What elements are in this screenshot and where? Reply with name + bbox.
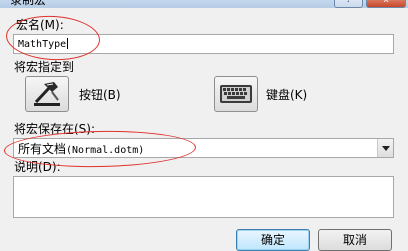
assign-macro-label: 将宏指定到 xyxy=(14,60,75,74)
assign-keyboard-label: 键盘(K) xyxy=(266,88,308,102)
title-bar: 录制宏 ? x xyxy=(0,0,408,8)
description-label: 说明(D): xyxy=(14,160,61,174)
text-caret xyxy=(67,38,69,49)
close-button[interactable]: x xyxy=(366,0,406,8)
assign-to-button-option[interactable] xyxy=(25,76,69,112)
store-macro-select[interactable]: 所有文档(Normal.dotm) xyxy=(13,138,394,158)
assign-button-label: 按钮(B) xyxy=(79,88,121,102)
store-macro-label: 将宏保存在(S): xyxy=(14,122,96,136)
help-button[interactable]: ? xyxy=(334,0,363,8)
chevron-down-icon[interactable] xyxy=(377,139,393,157)
macro-name-value: MathType xyxy=(18,39,67,50)
window-title: 录制宏 xyxy=(10,0,47,7)
hammer-icon xyxy=(34,82,60,106)
assign-to-keyboard-option[interactable] xyxy=(214,76,258,112)
keyboard-icon xyxy=(220,85,252,103)
macro-name-input[interactable]: MathType xyxy=(13,34,394,54)
store-macro-selected-prefix: 所有文档 xyxy=(18,142,67,156)
record-macro-dialog: 录制宏 ? x 宏名(M): MathType 将宏指定到 按钮(B) 键盘(K… xyxy=(0,0,408,251)
macro-name-label: 宏名(M): xyxy=(16,18,64,32)
description-textarea[interactable] xyxy=(13,176,394,218)
store-macro-selected-suffix: (Normal.dotm) xyxy=(66,145,145,156)
